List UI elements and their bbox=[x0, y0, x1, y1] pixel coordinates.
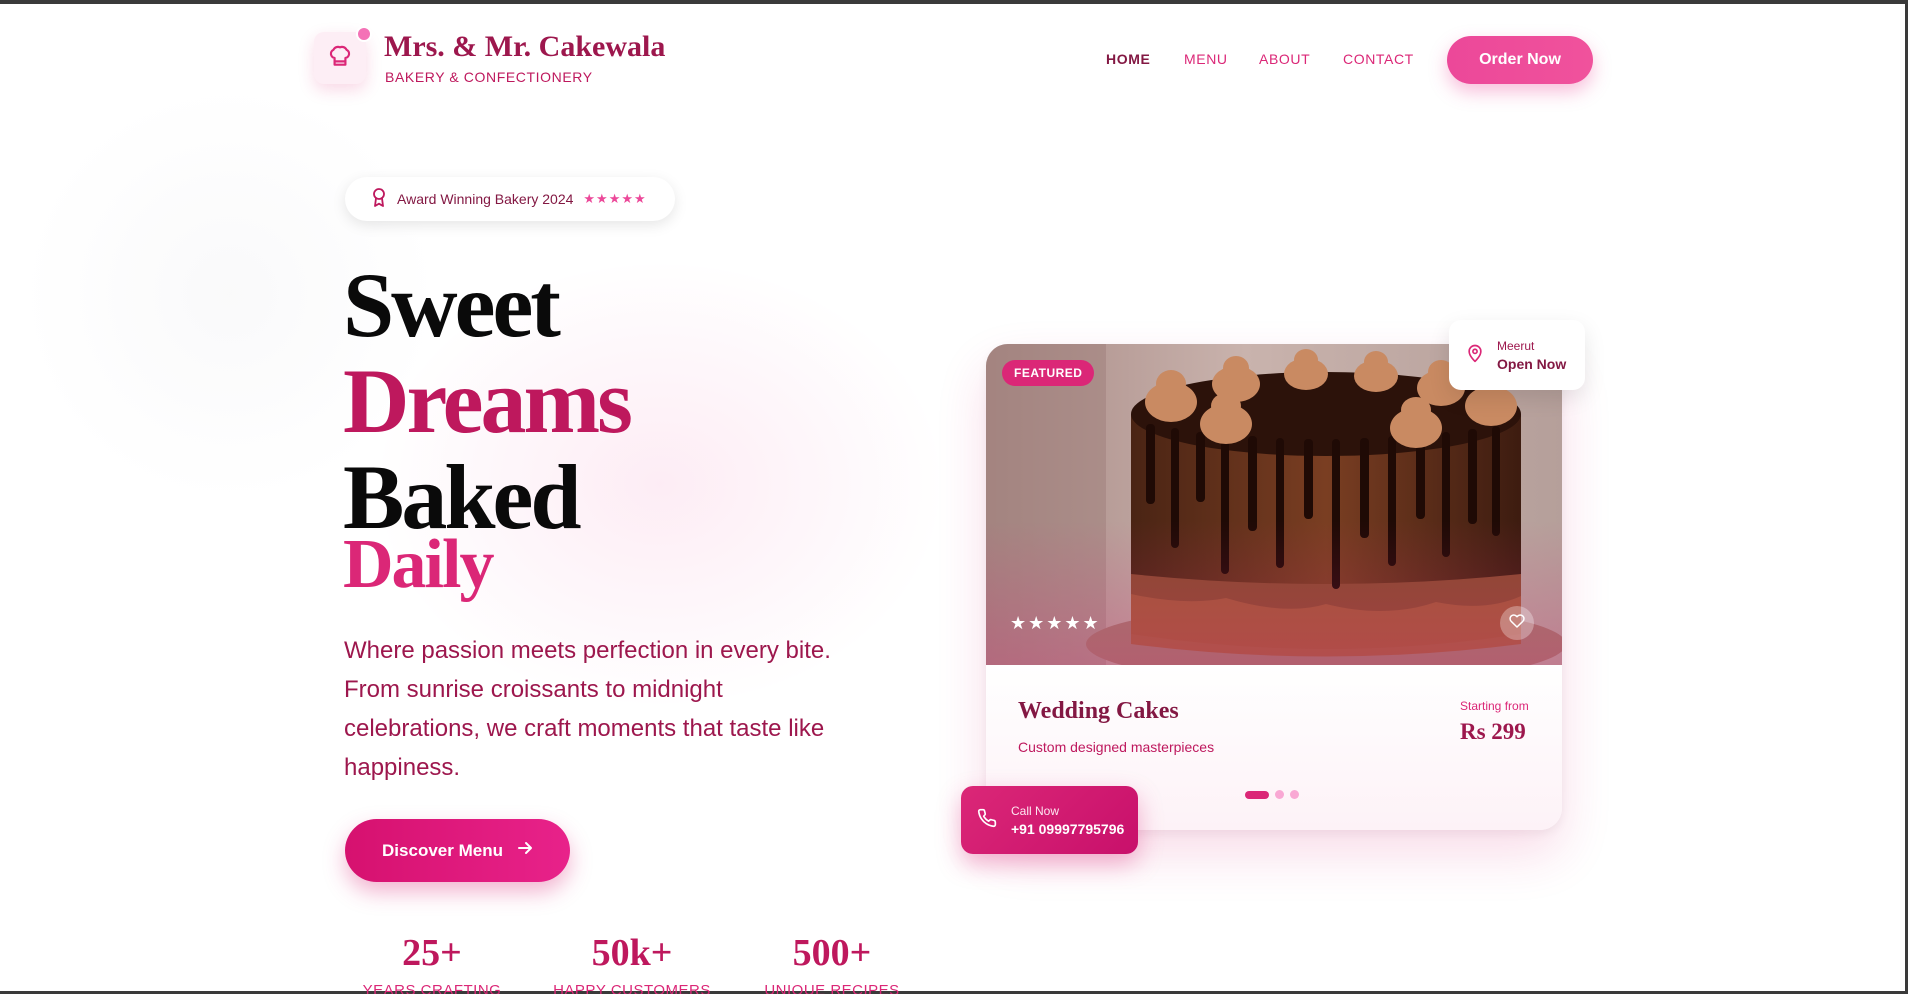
brand-tagline: BAKERY & CONFECTIONERY bbox=[385, 69, 593, 85]
award-ribbon-icon bbox=[371, 187, 387, 212]
carousel-dots bbox=[1245, 790, 1299, 799]
nav-about[interactable]: ABOUT bbox=[1259, 51, 1310, 67]
map-pin-icon bbox=[1465, 342, 1485, 369]
stat-label: UNIQUE RECIPES bbox=[764, 982, 900, 994]
heart-icon bbox=[1509, 613, 1525, 634]
headline-line-4: Daily bbox=[343, 526, 494, 603]
card-title: Wedding Cakes bbox=[1018, 698, 1179, 724]
carousel-dot-1[interactable] bbox=[1245, 790, 1269, 799]
stat-recipes: 500+ UNIQUE RECIPES bbox=[732, 934, 932, 994]
stat-label: YEARS CRAFTING bbox=[362, 982, 502, 994]
call-number: +91 09997795796 bbox=[1011, 820, 1125, 837]
phone-icon bbox=[977, 808, 997, 833]
nav-home[interactable]: HOME bbox=[1106, 51, 1150, 67]
order-now-button[interactable]: Order Now bbox=[1447, 36, 1593, 84]
brand-name[interactable]: Mrs. & Mr. Cakewala bbox=[384, 30, 665, 64]
stat-years: 25+ YEARS CRAFTING bbox=[332, 934, 532, 994]
call-label: Call Now bbox=[1011, 803, 1060, 818]
featured-badge: FEATURED bbox=[1002, 360, 1095, 386]
card-rating-stars: ★★★★★ bbox=[1010, 613, 1101, 633]
stat-customers: 50k+ HAPPY CUSTOMERS bbox=[532, 934, 732, 994]
logo[interactable] bbox=[314, 26, 372, 84]
headline-line-1: Sweet bbox=[343, 254, 561, 356]
location-card[interactable]: Meerut Open Now bbox=[1449, 320, 1585, 390]
notification-dot bbox=[356, 26, 372, 42]
stat-value: 500+ bbox=[792, 932, 872, 974]
carousel-dot-2[interactable] bbox=[1275, 790, 1284, 799]
discover-menu-button[interactable]: Discover Menu bbox=[345, 819, 570, 882]
stat-value: 50k+ bbox=[591, 932, 673, 974]
hero-description: Where passion meets perfection in every … bbox=[344, 637, 831, 781]
award-text: Award Winning Bakery 2024 bbox=[397, 191, 574, 207]
location-city: Meerut bbox=[1497, 338, 1535, 353]
stat-label: HAPPY CUSTOMERS bbox=[553, 982, 711, 994]
nav-menu[interactable]: MENU bbox=[1184, 51, 1228, 67]
price-label: Starting from bbox=[1460, 699, 1529, 713]
favorite-button[interactable] bbox=[1500, 606, 1534, 640]
card-subtitle: Custom designed masterpieces bbox=[1018, 739, 1215, 755]
headline-line-2: Dreams bbox=[343, 350, 633, 452]
arrow-right-icon bbox=[517, 840, 533, 861]
stat-value: 25+ bbox=[402, 932, 462, 974]
call-now-card[interactable]: Call Now +91 09997795796 bbox=[961, 786, 1138, 854]
award-badge: Award Winning Bakery 2024 ★★★★★ bbox=[345, 177, 675, 221]
chef-hat-icon bbox=[327, 43, 353, 74]
nav-contact[interactable]: CONTACT bbox=[1343, 51, 1414, 67]
discover-menu-label: Discover Menu bbox=[382, 840, 503, 860]
location-status: Open Now bbox=[1497, 355, 1567, 372]
award-stars: ★★★★★ bbox=[583, 191, 647, 206]
price-value: Rs 299 bbox=[1460, 719, 1526, 744]
carousel-dot-3[interactable] bbox=[1290, 790, 1299, 799]
